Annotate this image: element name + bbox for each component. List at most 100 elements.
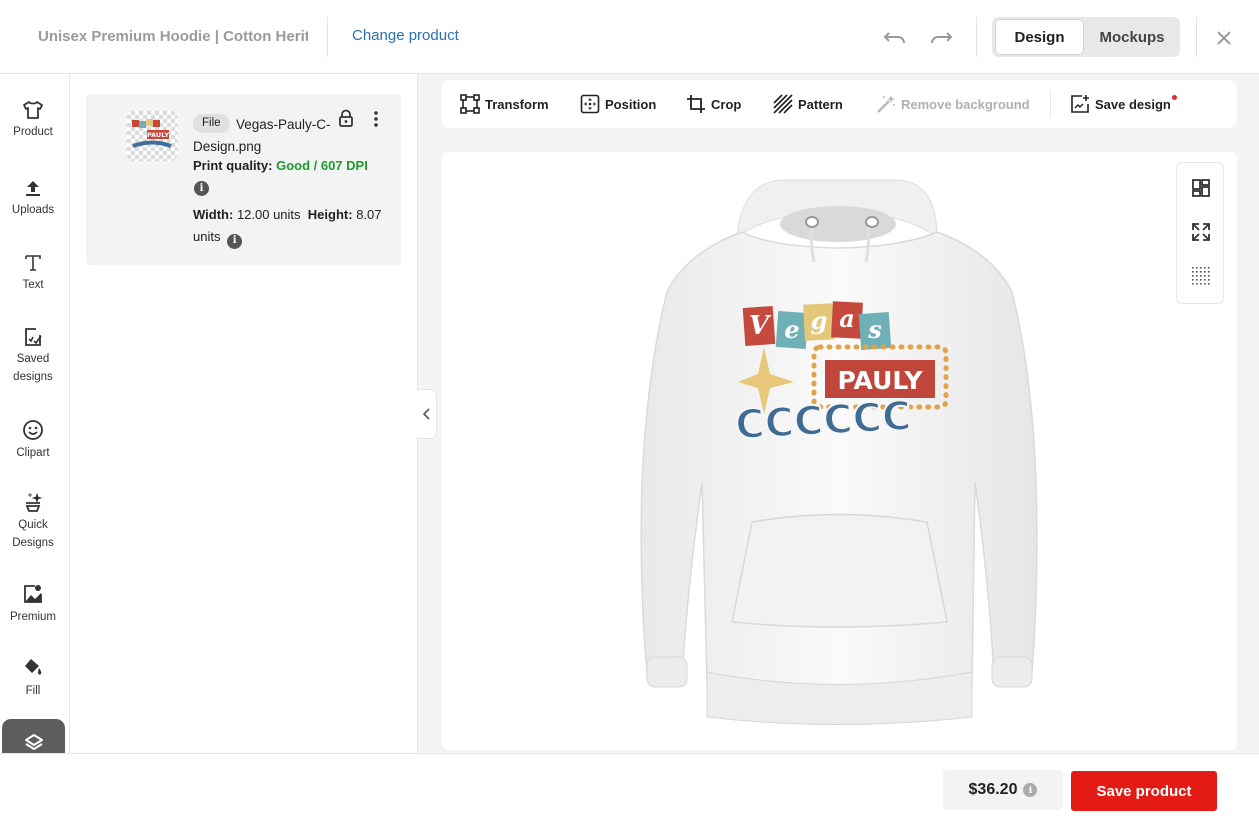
position-button[interactable]: Position: [580, 93, 656, 115]
text-icon: [25, 255, 41, 271]
nav-label: Premium: [9, 611, 56, 623]
pattern-button[interactable]: Pattern: [773, 93, 843, 115]
tshirt-icon: [23, 101, 43, 119]
redo-icon: [931, 32, 952, 44]
lock-button[interactable]: [337, 109, 355, 134]
saved-designs-icon: [25, 328, 42, 346]
design-toolbar: Transform Position Crop Pattern Remove b…: [442, 80, 1237, 128]
nav-premium[interactable]: Premium: [0, 583, 66, 626]
change-product-link[interactable]: Change product: [352, 27, 459, 44]
nav-fill[interactable]: Fill: [0, 657, 66, 700]
left-nav: Product Uploads Text Saved designs Clipa…: [0, 74, 70, 753]
save-design-label: Save design: [1095, 96, 1171, 112]
nav-label: Product: [13, 126, 53, 138]
design-letter: V: [749, 311, 772, 341]
undo-icon: [884, 32, 905, 44]
undo-button[interactable]: [883, 25, 909, 49]
magic-wand-icon: [877, 95, 895, 113]
nav-uploads[interactable]: Uploads: [0, 178, 66, 219]
design-canvas[interactable]: V e g a s PAULY CCCCCC: [442, 152, 1237, 750]
chevron-left-icon: [422, 408, 430, 420]
position-label: Position: [605, 96, 657, 112]
quality-info-icon[interactable]: i: [194, 181, 209, 196]
nav-label: Clipart: [16, 447, 50, 459]
product-title: Unisex Premium Hoodie | Cotton Heritage …: [38, 28, 308, 45]
collapse-panel-button[interactable]: [417, 389, 437, 439]
canvas-side-tools: [1176, 162, 1224, 304]
hoodie-mockup: V e g a s PAULY CCCCCC: [640, 179, 1038, 725]
file-type-badge: File: [193, 114, 230, 133]
layer-menu-button[interactable]: [368, 109, 384, 134]
header: Unisex Premium Hoodie | Cotton Heritage …: [0, 0, 1259, 74]
transform-icon: [460, 94, 480, 114]
crop-button[interactable]: Crop: [686, 93, 741, 115]
design-letter: a: [839, 304, 855, 333]
layer-card[interactable]: PAULY Vegas-Pauly-C-Design.png File Prin…: [86, 94, 401, 265]
header-divider: [1196, 17, 1197, 57]
nav-saved-designs[interactable]: Saved designs: [0, 327, 66, 386]
upload-icon: [26, 181, 40, 196]
print-quality-label: Print quality:: [193, 158, 273, 173]
grid-toggle-button[interactable]: [1190, 265, 1212, 287]
remove-background-label: Remove background: [901, 96, 1030, 112]
design-letter: s: [867, 315, 882, 344]
header-divider: [976, 17, 977, 57]
nav-label: Fill: [25, 685, 41, 697]
nav-label: Saved designs: [13, 353, 53, 383]
layout-button[interactable]: [1190, 177, 1212, 199]
nav-layers[interactable]: [2, 719, 65, 753]
print-quality-value: Good / 607 DPI: [276, 158, 368, 173]
dimensions-info-icon[interactable]: i: [227, 233, 243, 249]
height-label: Height:: [307, 207, 353, 222]
design-letter: g: [811, 306, 828, 335]
transform-label: Transform: [485, 96, 549, 112]
crop-icon: [687, 95, 705, 113]
save-design-button[interactable]: Save design: [1070, 93, 1177, 115]
tab-design[interactable]: Design: [995, 19, 1084, 55]
remove-background-button[interactable]: Remove background: [876, 93, 1030, 115]
design-pauly: PAULY: [837, 366, 923, 395]
design-cs: CCCCCC: [734, 393, 912, 448]
layers-icon: [24, 734, 43, 750]
unsaved-dot: [1171, 94, 1177, 100]
fullscreen-button[interactable]: [1190, 221, 1212, 243]
thumb-pauly-text: PAULY: [147, 131, 169, 139]
position-icon: [580, 94, 600, 114]
price-display: $36.20 i: [943, 770, 1063, 810]
design-thumbnail-image: PAULY: [132, 119, 172, 148]
expand-icon: [1192, 223, 1210, 241]
header-divider: [327, 17, 328, 57]
transform-button[interactable]: Transform: [460, 93, 549, 115]
nav-clipart[interactable]: Clipart: [0, 419, 66, 462]
nav-label: Quick Designs: [12, 519, 54, 549]
dotted-grid-icon: [1192, 267, 1210, 285]
pattern-label: Pattern: [798, 96, 843, 112]
nav-text[interactable]: Text: [0, 253, 66, 294]
lock-icon: [339, 109, 353, 127]
nav-product[interactable]: Product: [0, 100, 66, 141]
grid-layout-icon: [1192, 179, 1210, 197]
footer: $36.20 i Save product: [0, 753, 1259, 821]
save-product-button[interactable]: Save product: [1071, 771, 1217, 811]
pattern-icon: [773, 94, 793, 114]
close-icon: [1217, 31, 1231, 45]
premium-image-icon: [24, 585, 42, 603]
nav-label: Uploads: [11, 204, 55, 216]
close-button[interactable]: [1210, 24, 1238, 52]
price-value: $36.20: [968, 781, 1018, 798]
nav-label: Text: [22, 279, 44, 291]
print-quality: Print quality: Good / 607 DPI: [193, 158, 368, 173]
editor-area: Transform Position Crop Pattern Remove b…: [418, 74, 1259, 753]
price-info-icon[interactable]: i: [1023, 783, 1038, 797]
toolbar-divider: [1050, 90, 1051, 118]
save-design-icon: [1071, 95, 1089, 113]
width-value: 12.00 units: [236, 207, 301, 222]
app: Unisex Premium Hoodie | Cotton Heritage …: [0, 0, 1259, 821]
redo-button[interactable]: [927, 25, 953, 49]
layers-panel: PAULY Vegas-Pauly-C-Design.png File Prin…: [70, 74, 418, 753]
smiley-icon: [23, 420, 43, 440]
tab-mockups[interactable]: Mockups: [1086, 19, 1178, 55]
nav-quick-designs[interactable]: Quick Designs: [0, 491, 66, 552]
width-label: Width:: [193, 207, 234, 222]
layer-thumbnail: PAULY: [127, 111, 177, 161]
